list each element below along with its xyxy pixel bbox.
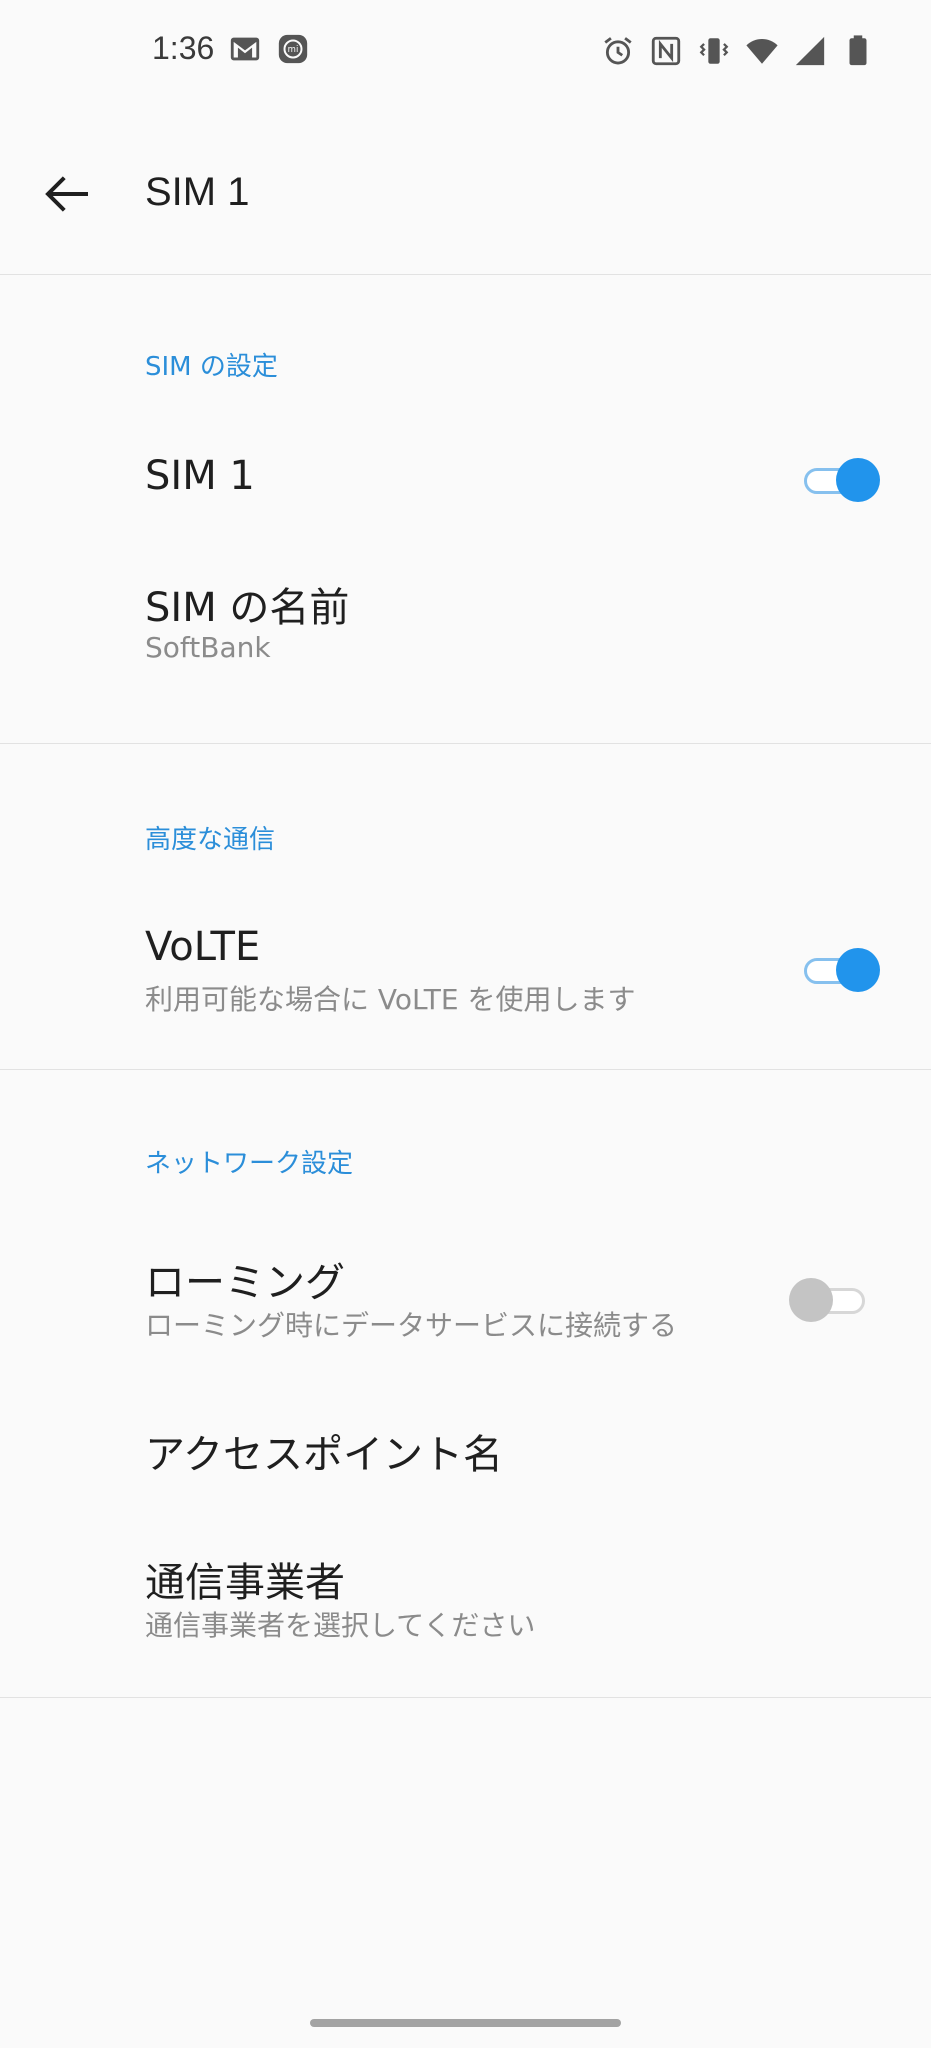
section-network-settings: ネットワーク設定 ローミング ローミング時にデータサービスに接続する アクセスポ…	[0, 1070, 931, 1698]
volte-summary: 利用可能な場合に VoLTE を使用します	[145, 983, 636, 1016]
section-advanced-calling: 高度な通信 VoLTE 利用可能な場合に VoLTE を使用します	[0, 744, 931, 1070]
carrier-title: 通信事業者	[145, 1560, 345, 1606]
status-left-icons: mi	[228, 32, 310, 66]
nfc-icon	[651, 36, 681, 66]
status-time: 1:36	[152, 30, 215, 66]
wifi-icon	[746, 38, 778, 64]
gmail-icon	[230, 37, 260, 61]
signal-icon	[795, 36, 825, 66]
apn-title: アクセスポイント名	[145, 1432, 503, 1478]
page-title: SIM 1	[145, 170, 250, 214]
sim-toggle-title: SIM 1	[145, 453, 255, 499]
apn-item[interactable]: アクセスポイント名	[0, 1410, 931, 1520]
sim-name-title: SIM の名前	[145, 585, 350, 631]
back-arrow-icon[interactable]	[38, 164, 98, 224]
sim-toggle-switch[interactable]	[802, 456, 882, 504]
section-header-advanced-calling: 高度な通信	[145, 825, 276, 855]
switch-thumb	[836, 458, 880, 502]
sim-name-item[interactable]: SIM の名前 SoftBank	[0, 575, 931, 743]
vibrate-icon	[699, 38, 729, 64]
status-right-icons	[601, 34, 875, 68]
carrier-item[interactable]: 通信事業者 通信事業者を選択してください	[0, 1540, 931, 1680]
svg-text:mi: mi	[288, 45, 299, 55]
roaming-title: ローミング	[145, 1260, 345, 1306]
status-bar: 1:36 mi	[0, 0, 931, 104]
section-header-sim-settings: SIM の設定	[145, 352, 278, 382]
section-header-network-settings: ネットワーク設定	[145, 1149, 354, 1179]
mi-app-icon: mi	[278, 34, 308, 64]
sim-name-summary: SoftBank	[145, 631, 271, 664]
volte-item[interactable]: VoLTE 利用可能な場合に VoLTE を使用します	[0, 924, 931, 1044]
home-indicator[interactable]	[310, 2019, 621, 2027]
app-bar: SIM 1	[0, 104, 931, 275]
volte-title: VoLTE	[145, 924, 261, 970]
carrier-summary: 通信事業者を選択してください	[145, 1609, 536, 1642]
roaming-item[interactable]: ローミング ローミング時にデータサービスに接続する	[0, 1250, 931, 1380]
alarm-icon	[604, 37, 632, 65]
switch-thumb	[789, 1278, 833, 1322]
sim-toggle-item[interactable]: SIM 1	[0, 415, 931, 545]
roaming-switch[interactable]	[789, 1276, 869, 1324]
volte-switch[interactable]	[802, 946, 882, 994]
roaming-summary: ローミング時にデータサービスに接続する	[145, 1309, 678, 1342]
switch-thumb	[836, 948, 880, 992]
section-sim-settings: SIM の設定 SIM 1 SIM の名前 SoftBank	[0, 275, 931, 744]
battery-icon	[849, 35, 867, 66]
